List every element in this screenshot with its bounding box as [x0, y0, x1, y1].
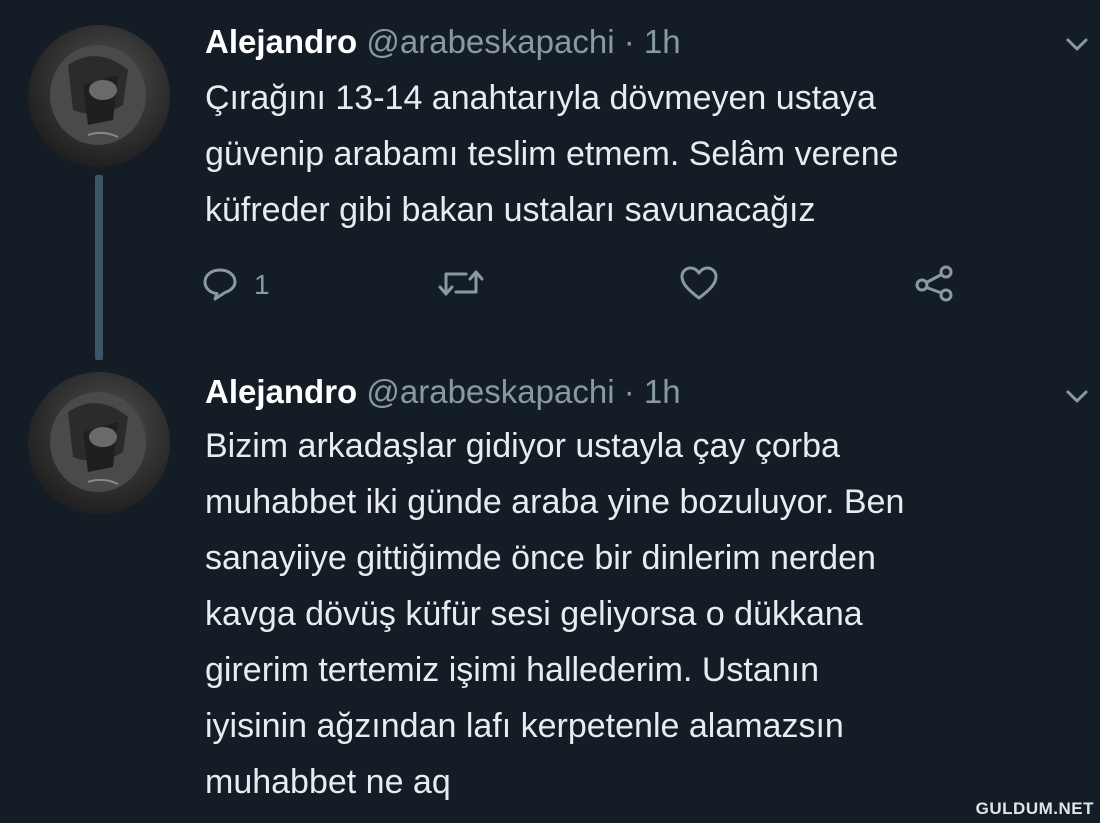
chevron-down-icon[interactable]	[1063, 30, 1091, 58]
reply-icon	[200, 263, 240, 308]
author-name[interactable]: Alejandro	[205, 23, 357, 60]
tweet-text: Çırağını 13-14 anahtarıyla dövmeyen usta…	[205, 70, 1085, 238]
tweet-text-line: güvenip arabamı teslim etmem. Selâm vere…	[205, 135, 899, 173]
heart-icon	[678, 263, 720, 308]
tweet-text-line: sanayiiye gittiğimde önce bir dinlerim n…	[205, 539, 876, 577]
reply-count: 1	[254, 269, 270, 300]
author-handle[interactable]: @arabeskapachi	[366, 373, 614, 410]
timestamp[interactable]: 1h	[644, 23, 681, 60]
tweet-header: Alejandro @arabeskapachi · 1h	[205, 372, 681, 412]
retweet-button[interactable]	[438, 260, 484, 310]
tweet-text-line: muhabbet iki günde araba yine bozuluyor.…	[205, 483, 905, 521]
tweet-header: Alejandro @arabeskapachi · 1h	[205, 22, 681, 62]
separator-dot: ·	[623, 23, 635, 60]
tweet-text-line: küfreder gibi bakan ustaları savunacağız	[205, 191, 816, 229]
avatar[interactable]	[28, 25, 170, 167]
tweet-thread: Alejandro @arabeskapachi · 1h Çırağını 1…	[0, 0, 1100, 823]
share-icon	[912, 263, 956, 308]
chevron-down-icon[interactable]	[1063, 382, 1091, 410]
tweet-text-line: muhabbet ne aq	[205, 763, 451, 801]
tweet[interactable]: Alejandro @arabeskapachi · 1h Çırağını 1…	[0, 0, 1100, 370]
tweet-actions: 1	[0, 260, 1100, 310]
tweet-text-line: Çırağını 13-14 anahtarıyla dövmeyen usta…	[205, 79, 876, 117]
timestamp[interactable]: 1h	[644, 373, 681, 410]
separator-dot: ·	[623, 373, 635, 410]
site-watermark: GULDUM.NET	[975, 799, 1094, 818]
tweet-text-line: Bizim arkadaşlar gidiyor ustayla çay çor…	[205, 427, 840, 465]
author-handle[interactable]: @arabeskapachi	[366, 23, 614, 60]
reply-button[interactable]: 1	[200, 260, 270, 310]
tweet-text-line: kavga dövüş küfür sesi geliyorsa o dükka…	[205, 595, 863, 633]
share-button[interactable]	[912, 260, 956, 310]
author-name[interactable]: Alejandro	[205, 373, 357, 410]
tweet[interactable]: Alejandro @arabeskapachi · 1h Bizim arka…	[0, 370, 1100, 823]
tweet-text-line: iyisinin ağzından lafı kerpetenle alamaz…	[205, 707, 844, 745]
avatar[interactable]	[28, 372, 170, 514]
like-button[interactable]	[678, 260, 720, 310]
tweet-text-line: girerim tertemiz işimi hallederim. Ustan…	[205, 651, 820, 689]
tweet-text: Bizim arkadaşlar gidiyor ustayla çay çor…	[205, 418, 1085, 810]
retweet-icon	[438, 263, 484, 308]
